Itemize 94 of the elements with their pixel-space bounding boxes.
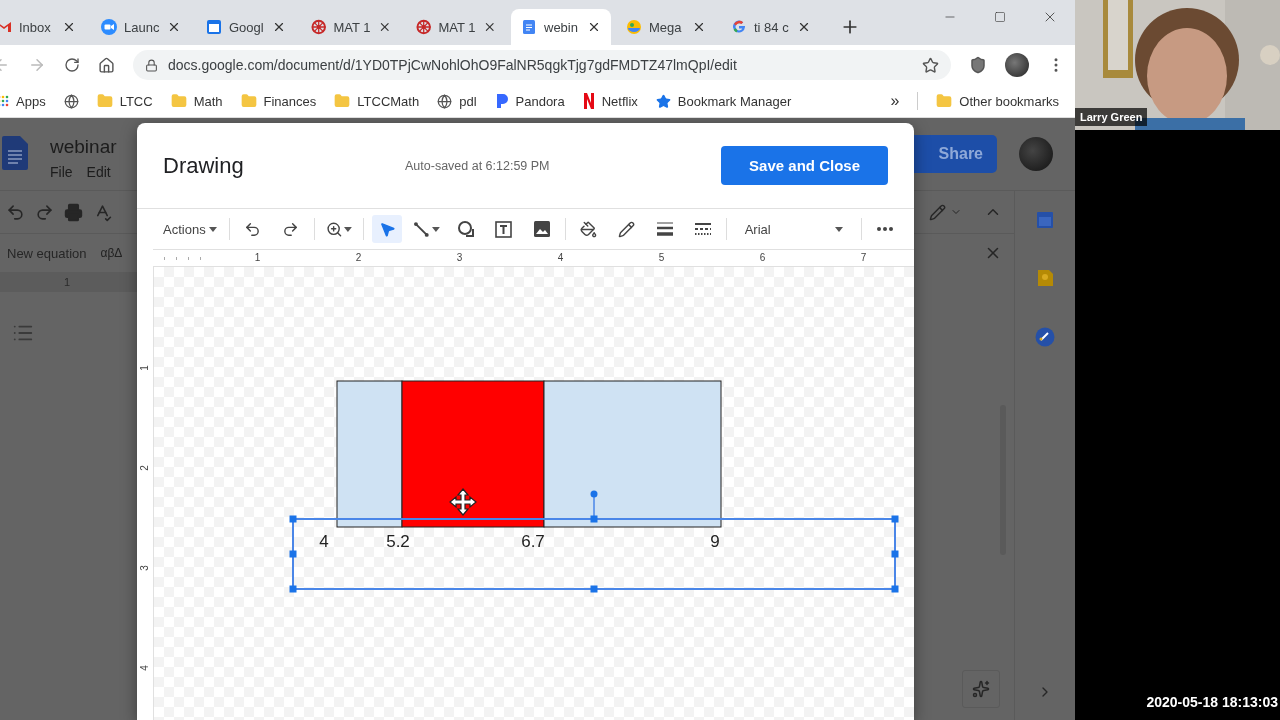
autosave-status: Auto-saved at 6:12:59 PM xyxy=(405,158,551,173)
axis-label: 9 xyxy=(710,532,720,551)
google-icon xyxy=(731,19,747,35)
calendar-icon xyxy=(206,19,222,35)
line-icon xyxy=(413,220,430,238)
more-bookmarks[interactable]: » xyxy=(890,92,900,110)
folder-icon xyxy=(96,93,113,109)
bookmark[interactable]: LTCC xyxy=(96,93,153,109)
horizontal-ruler: 1 2 3 4 5 6 7 xyxy=(153,249,914,267)
pencil-icon[interactable] xyxy=(929,203,946,221)
font-dropdown[interactable]: Arial xyxy=(734,221,853,237)
other-bookmarks[interactable]: Other bookmarks xyxy=(936,93,1059,109)
wheel-icon xyxy=(311,19,327,35)
line-weight-icon xyxy=(655,220,674,238)
dialog-title: Drawing xyxy=(163,152,245,179)
apps-grid-icon xyxy=(0,95,9,107)
bookmark[interactable]: Math xyxy=(170,93,223,109)
pencil-icon xyxy=(618,220,636,238)
maximize-icon[interactable] xyxy=(994,11,1006,23)
paint-bucket-icon xyxy=(580,220,598,238)
folder-icon xyxy=(240,93,257,109)
redo-icon[interactable] xyxy=(35,202,54,222)
mail-icon xyxy=(0,19,12,35)
star-icon xyxy=(655,93,671,109)
move-cursor-icon xyxy=(449,488,477,516)
bookmark[interactable]: pdl xyxy=(437,93,477,109)
close-icon[interactable] xyxy=(167,20,181,34)
bookmark[interactable]: Apps xyxy=(0,93,46,109)
tasks-icon[interactable] xyxy=(1035,327,1055,347)
browser-tab[interactable]: webin xyxy=(511,9,611,45)
close-icon[interactable] xyxy=(272,20,286,34)
wheel-icon xyxy=(416,19,432,35)
browser-tab[interactable]: MAT 1 xyxy=(301,9,401,45)
caret-icon xyxy=(208,226,217,232)
image-icon xyxy=(532,220,551,238)
close-icon[interactable] xyxy=(587,20,601,34)
timestamp: 2020-05-18 18:13:03 xyxy=(1146,694,1278,710)
globe-icon xyxy=(63,93,79,109)
docs-logo-icon xyxy=(2,136,28,170)
home-button[interactable] xyxy=(98,56,115,74)
text-box-icon xyxy=(494,219,514,239)
video-camera-icon xyxy=(101,19,117,35)
bookmark[interactable]: Pandora xyxy=(494,93,565,109)
browser-tab[interactable]: Mega xyxy=(616,9,716,45)
shapes-icon xyxy=(456,220,475,238)
axis-label: 6.7 xyxy=(521,532,545,551)
redo-icon xyxy=(282,220,300,238)
close-icon[interactable] xyxy=(797,20,811,34)
sparkle-icon xyxy=(972,680,990,698)
folder-icon xyxy=(334,93,351,109)
bookmark-star-icon[interactable] xyxy=(922,56,939,74)
shield-icon[interactable] xyxy=(969,56,987,74)
folder-icon xyxy=(170,93,187,109)
lock-icon xyxy=(145,58,158,72)
pointer-icon xyxy=(378,220,396,238)
axis-label: 4 xyxy=(319,532,329,551)
address-bar[interactable]: docs.google.com/document/d/1YD0TPjCwNohlOhO9FalNR5qgkTjg7gdFMDTZ47lmQpI/edit xyxy=(133,50,951,80)
account-avatar[interactable] xyxy=(1019,137,1053,171)
actions-menu[interactable]: Actions xyxy=(163,221,221,237)
axis-label: 5.2 xyxy=(386,532,410,551)
more-icon xyxy=(877,227,893,231)
browser-tab[interactable]: Inbox xyxy=(0,9,86,45)
globe-icon xyxy=(437,93,453,109)
browser-tab[interactable]: Launc xyxy=(91,9,191,45)
bookmark[interactable]: Netflix xyxy=(582,93,638,109)
reload-button[interactable] xyxy=(64,57,80,73)
netflix-icon xyxy=(582,93,595,109)
browser-tab[interactable]: Googl xyxy=(196,9,296,45)
folder-icon xyxy=(936,93,953,109)
document-icon xyxy=(521,19,537,35)
select-tool[interactable] xyxy=(372,215,403,243)
pandora-icon xyxy=(494,93,509,109)
line-dash-icon xyxy=(693,220,712,238)
save-and-close-button[interactable]: Save and Close xyxy=(721,146,888,185)
explore-button[interactable] xyxy=(962,670,1000,708)
bookmark[interactable]: Bookmark Manager xyxy=(655,93,792,109)
url-text: docs.google.com/document/d/1YD0TPjCwNohlOhO9FalNR5qgkTjg7gdFMDTZ47lmQpI/edit xyxy=(168,57,738,73)
lightbulb-icon[interactable] xyxy=(1036,269,1054,287)
browser-tab[interactable]: ti 84 c xyxy=(721,9,821,45)
close-icon[interactable] xyxy=(62,20,76,34)
bookmark[interactable] xyxy=(63,93,79,109)
bookmark[interactable]: Finances xyxy=(240,93,317,109)
undo-icon xyxy=(244,220,262,238)
browser-tab[interactable]: MAT 1 xyxy=(406,9,506,45)
globe-icon xyxy=(626,19,642,35)
print-icon[interactable] xyxy=(64,202,83,222)
undo-icon[interactable] xyxy=(6,202,25,222)
caret-icon xyxy=(835,226,843,232)
selection-frame[interactable] xyxy=(289,490,899,593)
profile-avatar[interactable] xyxy=(1005,53,1029,77)
bookmark[interactable]: LTCCMath xyxy=(334,93,420,109)
participant-name: Larry Green xyxy=(1075,108,1148,126)
zoom-icon xyxy=(325,220,343,238)
close-icon[interactable] xyxy=(692,20,706,34)
